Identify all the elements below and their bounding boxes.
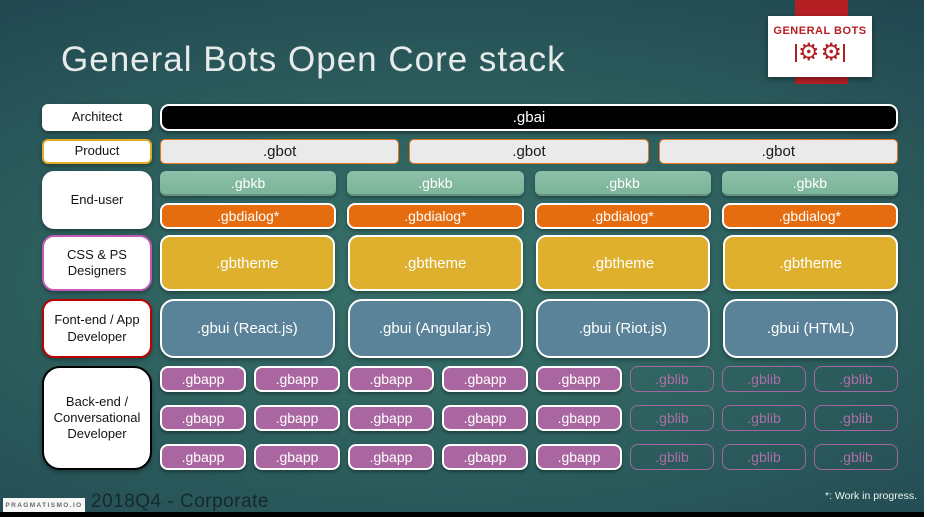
row-architect: .gbai (160, 104, 898, 131)
gbui-html-box: .gbui (HTML) (723, 299, 898, 358)
gblib-box: .gblib (722, 405, 806, 431)
row-backend-2: .gbapp .gbapp .gbapp .gbapp .gbapp .gbli… (160, 405, 898, 431)
gbkb-box: .gbkb (534, 171, 711, 196)
gbui-riot-box: .gbui (Riot.js) (535, 299, 711, 358)
gbdialog-box: .gbdialog* (721, 203, 898, 229)
gbdialog-box: .gbdialog* (534, 203, 711, 229)
row-gbdialog: .gbdialog* .gbdialog* .gbdialog* .gbdial… (160, 203, 898, 229)
gbapp-box: .gbapp (348, 405, 434, 431)
general-bots-logo: GENERAL BOTS ⚙ ⚙ (768, 16, 872, 77)
row-product: .gbot .gbot .gbot (160, 139, 898, 164)
gbapp-box: .gbapp (254, 405, 340, 431)
gbapp-box: .gbapp (160, 366, 246, 392)
gbapp-box: .gbapp (348, 444, 434, 470)
gbui-react-box: .gbui (React.js) (160, 299, 335, 358)
gbtheme-box: .gbtheme (160, 235, 335, 291)
logo-brand-text: GENERAL BOTS (773, 25, 867, 37)
slide-canvas: General Bots Open Core stack GENERAL BOT… (0, 0, 927, 517)
gear-icon: ⚙ (820, 39, 843, 66)
gblib-box: .gblib (630, 366, 714, 392)
gbapp-box: .gbapp (254, 444, 340, 470)
gbapp-box: .gbapp (348, 366, 434, 392)
row-label-css-ps-designers: CSS & PS Designers (42, 235, 152, 291)
gbot-box: .gbot (658, 139, 898, 164)
row-label-architect: Architect (42, 104, 152, 131)
row-label-frontend-app-developer: Font-end / App Developer (42, 299, 152, 358)
gblib-box: .gblib (814, 444, 898, 470)
row-backend-1: .gbapp .gbapp .gbapp .gbapp .gbapp .gbli… (160, 366, 898, 392)
gbkb-box: .gbkb (347, 171, 524, 196)
gblib-box: .gblib (630, 405, 714, 431)
row-gbkb: .gbkb .gbkb .gbkb .gbkb (160, 171, 898, 196)
gbdialog-box: .gbdialog* (347, 203, 524, 229)
gbot-box: .gbot (160, 139, 400, 164)
gbtheme-box: .gbtheme (347, 235, 523, 291)
gbkb-box: .gbkb (721, 171, 898, 196)
gblib-box: .gblib (722, 366, 806, 392)
row-label-end-user: End-user (42, 171, 152, 229)
gblib-box: .gblib (630, 444, 714, 470)
gbui-angular-box: .gbui (Angular.js) (347, 299, 523, 358)
slide-footer-label: 2018Q4 - Corporate (91, 491, 269, 512)
gbapp-box: .gbapp (254, 366, 340, 392)
gear-bar-left (794, 44, 797, 62)
gbtheme-box: .gbtheme (723, 235, 898, 291)
row-label-product: Product (42, 139, 152, 164)
gbapp-box: .gbapp (160, 405, 246, 431)
row-backend-3: .gbapp .gbapp .gbapp .gbapp .gbapp .gbli… (160, 444, 898, 470)
gbapp-box: .gbapp (536, 405, 622, 431)
gblib-box: .gblib (814, 366, 898, 392)
gbtheme-box: .gbtheme (535, 235, 711, 291)
gear-bar-right (843, 44, 846, 62)
gbapp-box: .gbapp (442, 366, 528, 392)
work-in-progress-note: *: Work in progress. (824, 490, 917, 502)
gbapp-box: .gbapp (536, 444, 622, 470)
gbapp-box: .gbapp (536, 366, 622, 392)
gblib-box: .gblib (814, 405, 898, 431)
gbai-box: .gbai (160, 104, 898, 131)
pragmatismo-logo: PRAGMATISMO.IO (3, 498, 85, 512)
gbapp-box: .gbapp (442, 405, 528, 431)
gbkb-box: .gbkb (160, 171, 337, 196)
gbdialog-box: .gbdialog* (160, 203, 337, 229)
gbapp-box: .gbapp (442, 444, 528, 470)
gear-icon: ⚙ (797, 39, 820, 66)
gbapp-box: .gbapp (160, 444, 246, 470)
row-gbui: .gbui (React.js) .gbui (Angular.js) .gbu… (160, 299, 898, 358)
slide-title: General Bots Open Core stack (61, 40, 566, 79)
row-gbtheme: .gbtheme .gbtheme .gbtheme .gbtheme (160, 235, 898, 291)
row-label-backend-conversational-developer: Back-end / Conversational Developer (42, 366, 152, 470)
gears-icon: ⚙ ⚙ (794, 38, 846, 68)
gblib-box: .gblib (722, 444, 806, 470)
gbot-box: .gbot (409, 139, 649, 164)
